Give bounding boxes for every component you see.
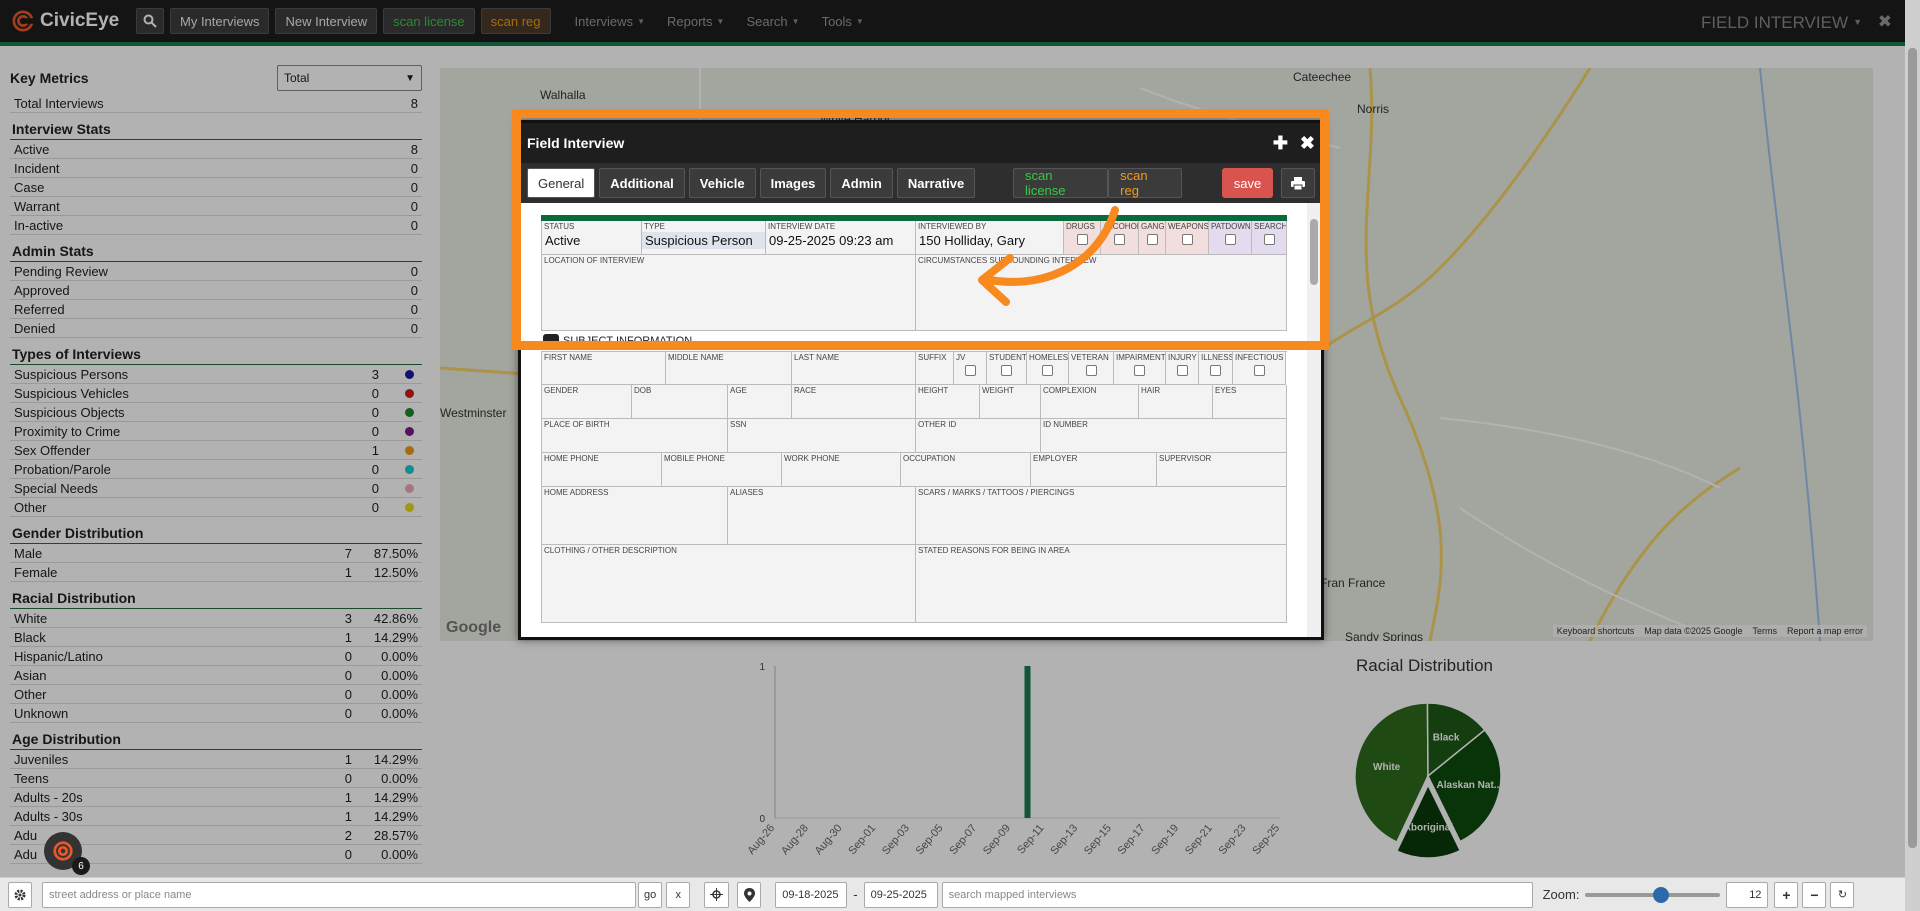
suffix-field[interactable]: SUFFIX <box>916 352 954 385</box>
first-name-field[interactable]: FIRST NAME <box>542 352 666 385</box>
zoom-in-button[interactable]: + <box>1774 881 1799 908</box>
id-number-field[interactable]: ID NUMBER <box>1041 419 1287 453</box>
student-checkbox-cell: STUDENT <box>987 352 1027 385</box>
zoom-value-input[interactable]: 12 <box>1726 881 1769 908</box>
civiceye-logo-icon <box>53 841 73 861</box>
refresh-icon: ↻ <box>1837 889 1848 901</box>
student-checkbox[interactable] <box>1001 365 1012 376</box>
jv-checkbox-cell: JV <box>954 352 987 385</box>
minus-icon: − <box>1810 886 1819 903</box>
infectious-checkbox-cell: INFECTIOUS <box>1233 352 1286 385</box>
supervisor-field[interactable]: SUPERVISOR <box>1157 453 1287 487</box>
locate-button[interactable] <box>704 881 730 908</box>
highlight-annotation-box <box>512 109 1329 350</box>
crosshair-icon <box>710 888 724 901</box>
homeless-checkbox-cell: HOMELESS <box>1027 352 1069 385</box>
zoom-out-button[interactable]: − <box>1802 881 1827 908</box>
notification-badge: 6 <box>72 857 90 875</box>
stated-reasons-field[interactable]: STATED REASONS FOR BEING IN AREA <box>916 545 1287 623</box>
veteran-checkbox-cell: VETERAN <box>1069 352 1114 385</box>
mobile-phone-field[interactable]: MOBILE PHONE <box>662 453 782 487</box>
race-field[interactable]: RACE <box>792 385 916 419</box>
injury-checkbox-cell: INJURY <box>1166 352 1199 385</box>
occupation-field[interactable]: OCCUPATION <box>901 453 1031 487</box>
gender-field[interactable]: GENDER <box>542 385 632 419</box>
date-from-input[interactable]: 09-18-2025 <box>775 881 848 908</box>
last-name-field[interactable]: LAST NAME <box>792 352 916 385</box>
form-row-address: HOME ADDRESS ALIASES SCARS / MARKS / TAT… <box>541 487 1287 545</box>
pin-button[interactable] <box>737 881 762 908</box>
settings-button[interactable] <box>8 881 32 908</box>
clear-button[interactable]: x <box>666 881 691 908</box>
page-scrollbar[interactable] <box>1905 0 1920 911</box>
home-address-field[interactable]: HOME ADDRESS <box>542 487 728 545</box>
injury-checkbox[interactable] <box>1176 365 1188 376</box>
mapped-search-input[interactable]: search mapped interviews <box>941 881 1533 908</box>
zoom-label: Zoom: <box>1542 887 1580 902</box>
age-field[interactable]: AGE <box>728 385 792 419</box>
form-row-contact: HOME PHONE MOBILE PHONE WORK PHONE OCCUP… <box>541 453 1287 487</box>
page-scroll-thumb[interactable] <box>1908 48 1917 848</box>
date-to-input[interactable]: 09-25-2025 <box>863 881 938 908</box>
go-button[interactable]: go <box>638 881 663 908</box>
weight-field[interactable]: WEIGHT <box>980 385 1041 419</box>
form-row-description: CLOTHING / OTHER DESCRIPTION STATED REAS… <box>541 545 1287 623</box>
illness-checkbox-cell: ILLNESS <box>1199 352 1233 385</box>
other-id-field[interactable]: OTHER ID <box>916 419 1041 453</box>
map-pin-icon <box>743 887 755 902</box>
eyes-field[interactable]: EYES <box>1213 385 1287 419</box>
veteran-checkbox[interactable] <box>1085 365 1097 376</box>
complexion-field[interactable]: COMPLEXION <box>1041 385 1139 419</box>
address-search-input[interactable]: street address or place name <box>42 881 636 908</box>
form-row-ids: PLACE OF BIRTH SSN OTHER ID ID NUMBER <box>541 419 1287 453</box>
dob-field[interactable]: DOB <box>632 385 728 419</box>
illness-checkbox[interactable] <box>1210 365 1221 376</box>
home-phone-field[interactable]: HOME PHONE <box>542 453 662 487</box>
aliases-field[interactable]: ALIASES <box>728 487 916 545</box>
scars-field[interactable]: SCARS / MARKS / TATTOOS / PIERCINGS <box>916 487 1287 545</box>
ssn-field[interactable]: SSN <box>728 419 916 453</box>
hair-field[interactable]: HAIR <box>1139 385 1213 419</box>
clothing-field[interactable]: CLOTHING / OTHER DESCRIPTION <box>542 545 916 623</box>
middle-name-field[interactable]: MIDDLE NAME <box>666 352 792 385</box>
homeless-checkbox[interactable] <box>1042 365 1053 376</box>
infectious-checkbox[interactable] <box>1253 365 1265 376</box>
bottom-toolbar: street address or place name go x 09-18-… <box>0 877 1905 911</box>
form-row-name: FIRST NAME MIDDLE NAME LAST NAME SUFFIX … <box>541 351 1287 385</box>
impairment-checkbox-cell: IMPAIRMENT <box>1114 352 1166 385</box>
date-separator: - <box>853 887 858 902</box>
form-row-physical: GENDER DOB AGE RACE HEIGHT WEIGHT COMPLE… <box>541 385 1287 419</box>
plus-icon: + <box>1782 886 1791 903</box>
jv-checkbox[interactable] <box>964 365 976 376</box>
height-field[interactable]: HEIGHT <box>916 385 980 419</box>
annotation-arrow-icon <box>978 206 1119 306</box>
zoom-slider-handle[interactable] <box>1653 886 1670 903</box>
impairment-checkbox[interactable] <box>1134 365 1145 376</box>
gear-icon <box>14 889 26 900</box>
work-phone-field[interactable]: WORK PHONE <box>782 453 901 487</box>
employer-field[interactable]: EMPLOYER <box>1031 453 1157 487</box>
place-of-birth-field[interactable]: PLACE OF BIRTH <box>542 419 728 453</box>
refresh-button[interactable]: ↻ <box>1830 881 1855 908</box>
zoom-slider[interactable] <box>1585 886 1721 903</box>
